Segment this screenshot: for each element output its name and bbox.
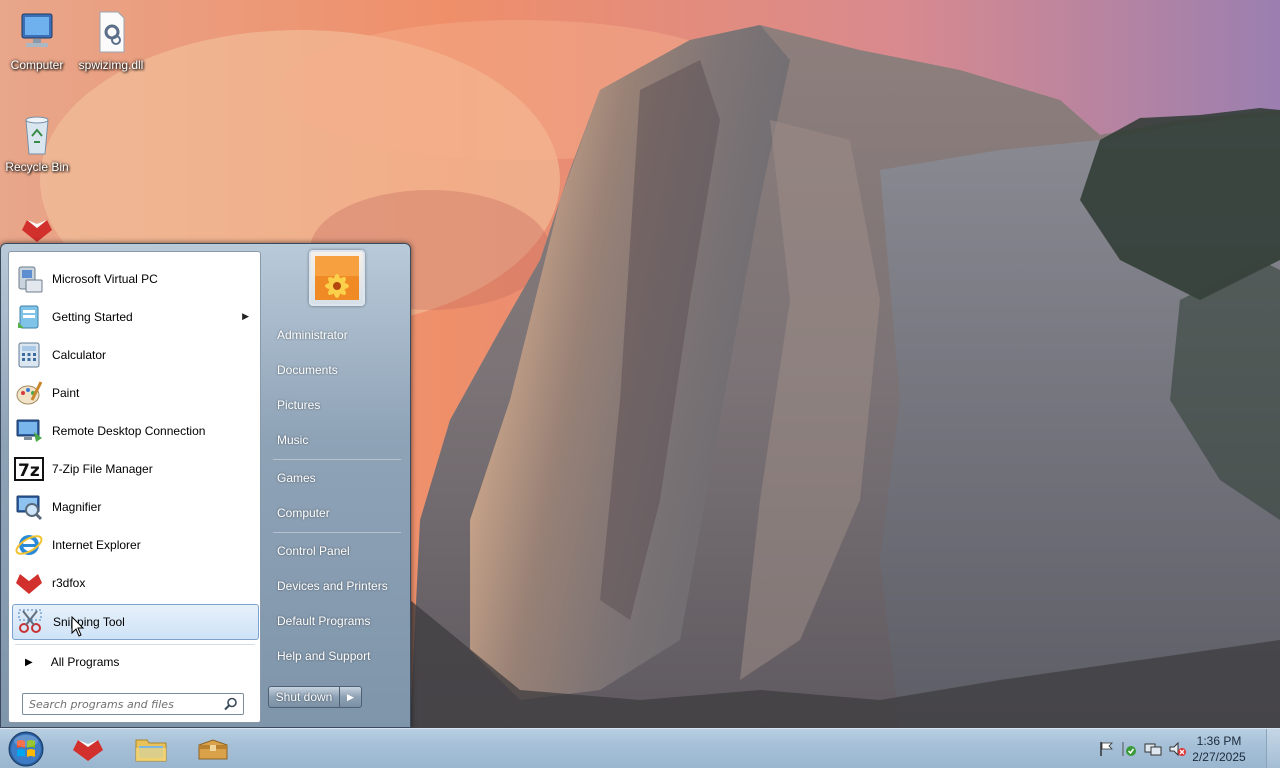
program-internet-explorer[interactable]: Internet Explorer	[12, 527, 259, 563]
start-button[interactable]	[6, 730, 46, 768]
start-menu-places-pane: Administrator Documents Pictures Music G…	[263, 244, 411, 727]
r3dfox-icon	[12, 566, 46, 600]
search-icon[interactable]	[224, 697, 238, 711]
r3dfox-icon	[22, 220, 52, 242]
program-label: Microsoft Virtual PC	[52, 272, 158, 286]
taskbar: 1:36 PM 2/27/2025	[0, 728, 1280, 768]
places-separator	[273, 459, 401, 460]
shutdown-button[interactable]: Shut down	[268, 686, 340, 708]
program-getting-started[interactable]: Getting Started ▶	[12, 299, 259, 335]
desktop-icon-computer[interactable]: Computer	[0, 10, 74, 72]
package-icon	[198, 739, 228, 760]
computer-icon	[21, 13, 53, 47]
clock-date: 2/27/2025	[1192, 750, 1246, 764]
getting-started-icon	[12, 300, 46, 334]
place-music[interactable]: Music	[277, 433, 308, 447]
user-avatar-icon	[315, 256, 359, 300]
desktop-icon-label: Computer	[10, 58, 64, 72]
program-remote-desktop-connection[interactable]: Remote Desktop Connection	[12, 413, 259, 449]
program-label: Snipping Tool	[53, 615, 125, 629]
action-center-flag-icon[interactable]	[1098, 741, 1116, 757]
magnifier-icon	[12, 490, 46, 524]
virtual-pc-icon	[12, 262, 46, 296]
program-label: Internet Explorer	[52, 538, 141, 552]
all-programs-label: All Programs	[50, 655, 120, 669]
taskbar-r3dfox[interactable]	[64, 732, 112, 766]
desktop-icon-label: Recycle Bin	[5, 160, 69, 174]
programs-divider	[15, 644, 255, 645]
place-default-programs[interactable]: Default Programs	[277, 614, 370, 628]
desktop-icon-label: spwizimg.dll	[78, 58, 144, 72]
snipping-tool-icon	[13, 605, 47, 639]
place-help-and-support[interactable]: Help and Support	[277, 649, 370, 663]
notification-area: 1:36 PM 2/27/2025	[1090, 729, 1280, 768]
svg-text:7z: 7z	[18, 461, 40, 481]
desktop-icon-recycle-bin[interactable]: Recycle Bin	[0, 112, 74, 174]
windows-explorer-icon	[135, 739, 167, 762]
calculator-icon	[12, 338, 46, 372]
internet-explorer-icon	[12, 528, 46, 562]
mouse-cursor-icon	[71, 616, 85, 637]
paint-icon	[12, 376, 46, 410]
taskbar-windows-explorer[interactable]	[127, 732, 175, 766]
remote-desktop-icon	[12, 414, 46, 448]
places-separator	[273, 532, 401, 533]
chevron-right-icon: ▶	[347, 691, 354, 702]
program-7zip-file-manager[interactable]: 7z 7-Zip File Manager	[12, 451, 259, 487]
program-label: Paint	[52, 386, 80, 400]
program-label: 7-Zip File Manager	[52, 462, 153, 476]
desktop-icon-spwizimg[interactable]: spwizimg.dll	[74, 10, 148, 72]
place-computer[interactable]: Computer	[277, 506, 330, 520]
dll-file-icon	[99, 11, 125, 53]
program-label: r3dfox	[52, 576, 86, 590]
recycle-bin-icon	[25, 116, 49, 155]
taskbar-package[interactable]	[189, 732, 237, 766]
user-picture-flower[interactable]	[309, 250, 365, 306]
place-pictures[interactable]: Pictures	[277, 398, 320, 412]
shutdown-options-button[interactable]: ▶	[340, 686, 362, 708]
place-games[interactable]: Games	[277, 471, 316, 485]
all-programs-button[interactable]: ▶ All Programs	[17, 650, 257, 674]
security-shield-icon[interactable]	[1120, 741, 1138, 757]
program-label: Getting Started	[52, 310, 133, 324]
submenu-arrow-icon: ▶	[242, 311, 249, 321]
program-paint[interactable]: Paint	[12, 375, 259, 411]
place-administrator[interactable]: Administrator	[277, 328, 348, 342]
r3dfox-icon	[73, 740, 103, 761]
place-control-panel[interactable]: Control Panel	[277, 544, 350, 558]
program-calculator[interactable]: Calculator	[12, 337, 259, 373]
program-magnifier[interactable]: Magnifier	[12, 489, 259, 525]
all-programs-arrow-icon: ▶	[25, 656, 33, 668]
clock-time: 1:36 PM	[1196, 734, 1242, 748]
program-snipping-tool[interactable]: Snipping Tool	[12, 604, 259, 640]
program-label: Magnifier	[52, 500, 102, 514]
7zip-icon: 7z	[12, 452, 46, 486]
shutdown-label: Shut down	[275, 690, 333, 704]
windows-orb-icon	[8, 731, 44, 767]
show-desktop-button[interactable]	[1266, 729, 1280, 768]
program-microsoft-virtual-pc[interactable]: Microsoft Virtual PC	[12, 261, 259, 297]
program-label: Calculator	[52, 348, 107, 362]
shutdown-control: Shut down ▶	[268, 686, 362, 708]
system-clock[interactable]: 1:36 PM 2/27/2025	[1184, 733, 1254, 765]
start-menu-programs-pane: Microsoft Virtual PC Getting Started ▶ C…	[8, 251, 261, 723]
program-r3dfox[interactable]: r3dfox	[12, 565, 259, 601]
start-menu: Microsoft Virtual PC Getting Started ▶ C…	[0, 243, 411, 728]
search-placeholder: Search programs and files	[29, 697, 174, 711]
search-input[interactable]: Search programs and files	[22, 693, 244, 715]
program-label: Remote Desktop Connection	[52, 424, 206, 438]
place-documents[interactable]: Documents	[277, 363, 338, 377]
network-icon[interactable]	[1144, 741, 1162, 757]
place-devices-and-printers[interactable]: Devices and Printers	[277, 579, 388, 593]
